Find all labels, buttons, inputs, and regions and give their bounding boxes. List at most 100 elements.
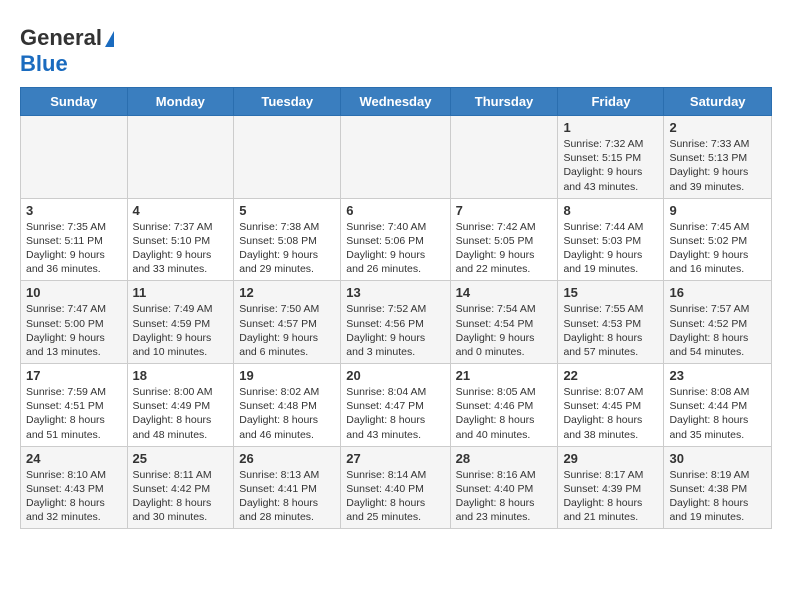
day-info: Sunrise: 8:17 AMSunset: 4:39 PMDaylight:… bbox=[563, 468, 658, 525]
page-header: General Blue bbox=[20, 20, 772, 77]
calendar-cell: 25 Sunrise: 8:11 AMSunset: 4:42 PMDayligh… bbox=[127, 446, 234, 529]
calendar-header: SundayMondayTuesdayWednesdayThursdayFrid… bbox=[21, 88, 772, 116]
calendar-cell: 23Sunrise: 8:08 AMSunset: 4:44 PMDayligh… bbox=[664, 364, 772, 447]
calendar-cell: 12 Sunrise: 7:50 AMSunset: 4:57 PMDayligh… bbox=[234, 281, 341, 364]
day-number: 18 bbox=[133, 368, 229, 383]
logo-text: General Blue bbox=[20, 25, 114, 77]
calendar-cell: 6 Sunrise: 7:40 AMSunset: 5:06 PMDaylight… bbox=[341, 198, 450, 281]
calendar-cell bbox=[450, 116, 558, 199]
day-info: Sunrise: 7:52 AMSunset: 4:56 PMDaylight:… bbox=[346, 302, 444, 359]
day-info: Sunrise: 8:13 AMSunset: 4:41 PMDaylight:… bbox=[239, 468, 335, 525]
day-info: Sunrise: 7:38 AMSunset: 5:08 PMDaylight:… bbox=[239, 220, 335, 277]
calendar-cell: 8 Sunrise: 7:44 AMSunset: 5:03 PMDaylight… bbox=[558, 198, 664, 281]
header-row: SundayMondayTuesdayWednesdayThursdayFrid… bbox=[21, 88, 772, 116]
logo-general: General bbox=[20, 25, 102, 50]
day-info: Sunrise: 8:02 AMSunset: 4:48 PMDaylight:… bbox=[239, 385, 335, 442]
calendar-cell: 28 Sunrise: 8:16 AMSunset: 4:40 PMDayligh… bbox=[450, 446, 558, 529]
calendar-cell: 14 Sunrise: 7:54 AMSunset: 4:54 PMDayligh… bbox=[450, 281, 558, 364]
day-number: 23 bbox=[669, 368, 766, 383]
calendar-cell: 3Sunrise: 7:35 AMSunset: 5:11 PMDaylight… bbox=[21, 198, 128, 281]
day-info: Sunrise: 7:32 AMSunset: 5:15 PMDaylight:… bbox=[563, 137, 658, 194]
calendar-cell bbox=[127, 116, 234, 199]
day-info: Sunrise: 7:37 AMSunset: 5:10 PMDaylight:… bbox=[133, 220, 229, 277]
calendar-cell: 16 Sunrise: 7:57 AMSunset: 4:52 PMDayligh… bbox=[664, 281, 772, 364]
day-info: Sunrise: 8:16 AMSunset: 4:40 PMDaylight:… bbox=[456, 468, 553, 525]
day-info: Sunrise: 7:40 AMSunset: 5:06 PMDaylight:… bbox=[346, 220, 444, 277]
day-info: Sunrise: 8:14 AMSunset: 4:40 PMDaylight:… bbox=[346, 468, 444, 525]
calendar-cell: 11 Sunrise: 7:49 AMSunset: 4:59 PMDayligh… bbox=[127, 281, 234, 364]
day-number: 9 bbox=[669, 203, 766, 218]
day-number: 26 bbox=[239, 451, 335, 466]
day-number: 2 bbox=[669, 120, 766, 135]
calendar-body: 1 Sunrise: 7:32 AMSunset: 5:15 PMDaylight… bbox=[21, 116, 772, 529]
day-number: 11 bbox=[133, 285, 229, 300]
day-number: 25 bbox=[133, 451, 229, 466]
day-info: Sunrise: 7:50 AMSunset: 4:57 PMDaylight:… bbox=[239, 302, 335, 359]
day-info: Sunrise: 7:47 AMSunset: 5:00 PMDaylight:… bbox=[26, 302, 122, 359]
day-info: Sunrise: 7:54 AMSunset: 4:54 PMDaylight:… bbox=[456, 302, 553, 359]
header-day-monday: Monday bbox=[127, 88, 234, 116]
day-number: 19 bbox=[239, 368, 335, 383]
calendar-cell: 26 Sunrise: 8:13 AMSunset: 4:41 PMDayligh… bbox=[234, 446, 341, 529]
calendar-cell: 22 Sunrise: 8:07 AMSunset: 4:45 PMDayligh… bbox=[558, 364, 664, 447]
week-row-2: 3Sunrise: 7:35 AMSunset: 5:11 PMDaylight… bbox=[21, 198, 772, 281]
header-day-friday: Friday bbox=[558, 88, 664, 116]
day-number: 27 bbox=[346, 451, 444, 466]
week-row-1: 1 Sunrise: 7:32 AMSunset: 5:15 PMDaylight… bbox=[21, 116, 772, 199]
calendar-cell bbox=[341, 116, 450, 199]
day-number: 12 bbox=[239, 285, 335, 300]
day-info: Sunrise: 8:07 AMSunset: 4:45 PMDaylight:… bbox=[563, 385, 658, 442]
day-info: Sunrise: 7:45 AMSunset: 5:02 PMDaylight:… bbox=[669, 220, 766, 277]
calendar-cell bbox=[234, 116, 341, 199]
calendar-cell: 21 Sunrise: 8:05 AMSunset: 4:46 PMDayligh… bbox=[450, 364, 558, 447]
header-day-wednesday: Wednesday bbox=[341, 88, 450, 116]
day-info: Sunrise: 7:55 AMSunset: 4:53 PMDaylight:… bbox=[563, 302, 658, 359]
day-info: Sunrise: 7:44 AMSunset: 5:03 PMDaylight:… bbox=[563, 220, 658, 277]
calendar-cell: 18 Sunrise: 8:00 AMSunset: 4:49 PMDayligh… bbox=[127, 364, 234, 447]
calendar-cell: 7Sunrise: 7:42 AMSunset: 5:05 PMDaylight… bbox=[450, 198, 558, 281]
day-info: Sunrise: 7:49 AMSunset: 4:59 PMDaylight:… bbox=[133, 302, 229, 359]
calendar-cell: 19 Sunrise: 8:02 AMSunset: 4:48 PMDayligh… bbox=[234, 364, 341, 447]
day-info: Sunrise: 7:33 AMSunset: 5:13 PMDaylight:… bbox=[669, 137, 766, 194]
calendar-cell: 27 Sunrise: 8:14 AMSunset: 4:40 PMDayligh… bbox=[341, 446, 450, 529]
day-number: 21 bbox=[456, 368, 553, 383]
calendar-cell: 20Sunrise: 8:04 AMSunset: 4:47 PMDayligh… bbox=[341, 364, 450, 447]
day-number: 6 bbox=[346, 203, 444, 218]
header-day-tuesday: Tuesday bbox=[234, 88, 341, 116]
day-number: 17 bbox=[26, 368, 122, 383]
day-number: 1 bbox=[563, 120, 658, 135]
day-info: Sunrise: 8:04 AMSunset: 4:47 PMDaylight:… bbox=[346, 385, 444, 442]
week-row-4: 17Sunrise: 7:59 AMSunset: 4:51 PMDayligh… bbox=[21, 364, 772, 447]
calendar-cell bbox=[21, 116, 128, 199]
logo: General Blue bbox=[20, 25, 114, 77]
day-number: 29 bbox=[563, 451, 658, 466]
logo-blue: Blue bbox=[20, 51, 68, 76]
day-number: 4 bbox=[133, 203, 229, 218]
day-number: 24 bbox=[26, 451, 122, 466]
day-info: Sunrise: 7:57 AMSunset: 4:52 PMDaylight:… bbox=[669, 302, 766, 359]
week-row-3: 10 Sunrise: 7:47 AMSunset: 5:00 PMDayligh… bbox=[21, 281, 772, 364]
calendar-cell: 4 Sunrise: 7:37 AMSunset: 5:10 PMDaylight… bbox=[127, 198, 234, 281]
calendar-cell: 1 Sunrise: 7:32 AMSunset: 5:15 PMDaylight… bbox=[558, 116, 664, 199]
day-info: Sunrise: 8:11 AMSunset: 4:42 PMDaylight:… bbox=[133, 468, 229, 525]
calendar-cell: 30Sunrise: 8:19 AMSunset: 4:38 PMDayligh… bbox=[664, 446, 772, 529]
calendar-cell: 9 Sunrise: 7:45 AMSunset: 5:02 PMDaylight… bbox=[664, 198, 772, 281]
calendar-cell: 15Sunrise: 7:55 AMSunset: 4:53 PMDayligh… bbox=[558, 281, 664, 364]
day-info: Sunrise: 8:10 AMSunset: 4:43 PMDaylight:… bbox=[26, 468, 122, 525]
calendar-cell: 10 Sunrise: 7:47 AMSunset: 5:00 PMDayligh… bbox=[21, 281, 128, 364]
day-number: 14 bbox=[456, 285, 553, 300]
day-number: 7 bbox=[456, 203, 553, 218]
day-number: 10 bbox=[26, 285, 122, 300]
day-number: 8 bbox=[563, 203, 658, 218]
calendar-cell: 29 Sunrise: 8:17 AMSunset: 4:39 PMDayligh… bbox=[558, 446, 664, 529]
day-info: Sunrise: 8:00 AMSunset: 4:49 PMDaylight:… bbox=[133, 385, 229, 442]
day-number: 28 bbox=[456, 451, 553, 466]
day-number: 30 bbox=[669, 451, 766, 466]
day-info: Sunrise: 8:05 AMSunset: 4:46 PMDaylight:… bbox=[456, 385, 553, 442]
day-number: 13 bbox=[346, 285, 444, 300]
header-day-sunday: Sunday bbox=[21, 88, 128, 116]
calendar-cell: 5Sunrise: 7:38 AMSunset: 5:08 PMDaylight… bbox=[234, 198, 341, 281]
day-number: 16 bbox=[669, 285, 766, 300]
calendar-cell: 17Sunrise: 7:59 AMSunset: 4:51 PMDayligh… bbox=[21, 364, 128, 447]
day-number: 22 bbox=[563, 368, 658, 383]
